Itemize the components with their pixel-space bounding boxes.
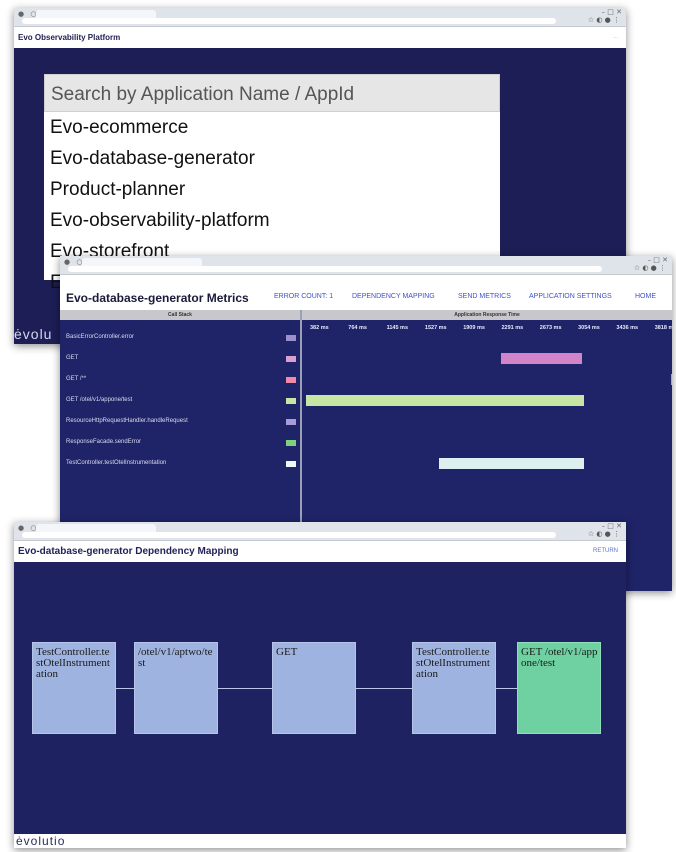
window-buttons-icon[interactable]: – □ ✕ <box>602 8 622 16</box>
response-time-bar[interactable] <box>306 395 584 406</box>
call-stack-row-label[interactable]: BasicErrorController.error <box>66 334 134 340</box>
app-list-item[interactable]: Evo-database-generator <box>44 143 500 174</box>
nav-send-metrics[interactable]: SEND METRICS <box>458 293 511 300</box>
nav-error-count[interactable]: ERROR COUNT: 1 <box>274 293 333 300</box>
time-axis-tick: 3436 ms <box>616 325 639 331</box>
call-stack-row-label[interactable]: ResponseFacade.sendError <box>66 439 141 445</box>
dependency-graph: TestController.testOtelInstrumentation/o… <box>14 562 626 834</box>
call-stack-row-label[interactable]: GET <box>66 355 78 361</box>
call-stack-color-swatch <box>286 440 296 446</box>
browser-toolbar-icons[interactable]: ☆ ◐ ● ⋮ <box>588 530 620 538</box>
dependency-node[interactable]: /otel/v1/aptwo/test <box>134 642 218 734</box>
browser-chrome: ● ○ ☆ ◐ ● ⋮ – □ ✕ <box>14 522 626 541</box>
call-stack-color-swatch <box>286 398 296 404</box>
dependency-window: ● ○ ☆ ◐ ● ⋮ – □ ✕ Evo-database-generator… <box>14 522 626 848</box>
browser-chrome: ● ○ ☆ ◐ ● ⋮ – □ ✕ <box>60 256 672 275</box>
browser-tab[interactable] <box>36 524 156 532</box>
browser-toolbar-icons[interactable]: ☆ ◐ ● ⋮ <box>588 16 620 24</box>
dependency-node[interactable]: TestController.testOtelInstrumentation <box>32 642 116 734</box>
time-axis-tick: 1527 ms <box>424 325 447 331</box>
app-header: Evo-database-generator Dependency Mappin… <box>14 541 626 561</box>
dependency-node[interactable]: TestController.testOtelInstrumentation <box>412 642 496 734</box>
time-axis-tick: 764 ms <box>348 325 367 331</box>
browser-tab[interactable] <box>82 258 202 266</box>
response-time-bar[interactable] <box>670 374 672 385</box>
dependency-edge <box>356 688 412 689</box>
time-axis-tick: 1909 ms <box>463 325 485 331</box>
return-button[interactable]: RETURN <box>593 548 618 554</box>
time-axis-tick: 2673 ms <box>539 325 562 331</box>
browser-chrome: ● ○ ☆ ◐ ● ⋮ – □ ✕ <box>14 8 626 27</box>
time-axis-tick: 3818 ms <box>654 325 672 331</box>
dependency-edge <box>116 688 134 689</box>
footer: ėvolutio <box>14 834 626 848</box>
nav-application-settings[interactable]: APPLICATION SETTINGS <box>529 293 612 300</box>
evolutio-logo: ėvolutio <box>16 834 66 848</box>
call-stack-row-label[interactable]: ResourceHttpRequestHandler.handleRequest <box>66 418 188 424</box>
call-stack-color-swatch <box>286 419 296 425</box>
address-bar[interactable] <box>22 532 556 538</box>
call-stack-row-label[interactable]: GET /otel/v1/appone/test <box>66 397 132 403</box>
response-time-header: Application Response Time <box>302 310 672 320</box>
dependency-edge <box>218 688 272 689</box>
page-title: Evo-database-generator Metrics <box>66 291 249 305</box>
time-axis-tick: 3054 ms <box>578 325 600 331</box>
window-buttons-icon[interactable]: – □ ✕ <box>648 256 668 264</box>
app-title: Evo Observability Platform <box>18 33 121 42</box>
response-time-bar[interactable] <box>439 458 584 469</box>
call-stack-color-swatch <box>286 377 296 383</box>
call-stack-color-swatch <box>286 335 296 341</box>
call-stack-color-swatch <box>286 461 296 467</box>
search-panel: Search by Application Name / AppId Evo-e… <box>44 74 500 293</box>
call-stack-row-label[interactable]: TestController.testOtelInstrumentation <box>66 460 166 466</box>
app-header: Evo Observability Platform ⋯ <box>14 27 626 49</box>
dependency-edge <box>496 688 517 689</box>
call-stack-row-label[interactable]: GET /** <box>66 376 86 382</box>
call-stack-color-swatch <box>286 356 296 362</box>
nav-home[interactable]: HOME <box>635 293 656 300</box>
dependency-node[interactable]: GET /otel/v1/appone/test <box>517 642 601 734</box>
app-list-item[interactable]: Product-planner <box>44 174 500 205</box>
window-buttons-icon[interactable]: – □ ✕ <box>602 522 622 530</box>
time-axis-tick: 2291 ms <box>501 325 524 331</box>
browser-toolbar-icons[interactable]: ☆ ◐ ● ⋮ <box>634 264 666 272</box>
browser-tab[interactable] <box>36 10 156 18</box>
evolutio-logo: ėvolu <box>14 326 53 342</box>
time-axis-tick: 1145 ms <box>386 325 409 331</box>
address-bar[interactable] <box>68 266 602 272</box>
app-list-item[interactable]: Evo-observability-platform <box>44 205 500 236</box>
settings-link[interactable]: ⋯ <box>613 35 618 41</box>
time-axis-tick: 382 ms <box>310 325 329 331</box>
response-time-bar[interactable] <box>500 353 583 364</box>
address-bar[interactable] <box>22 18 556 24</box>
call-stack-header: Call Stack <box>60 310 300 320</box>
search-input[interactable]: Search by Application Name / AppId <box>44 74 500 112</box>
page-title: Evo-database-generator Dependency Mappin… <box>18 546 239 557</box>
dependency-node[interactable]: GET <box>272 642 356 734</box>
nav-dependency-mapping[interactable]: DEPENDENCY MAPPING <box>352 293 435 300</box>
app-list-item[interactable]: Evo-ecommerce <box>44 112 500 143</box>
